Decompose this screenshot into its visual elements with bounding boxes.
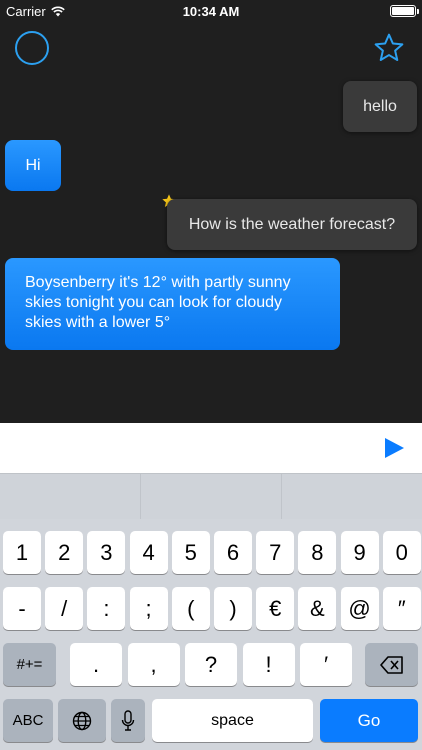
message-text: How is the weather forecast?	[188, 215, 396, 233]
star-outline-icon	[374, 33, 404, 61]
message-user[interactable]: hello	[343, 81, 417, 132]
globe-key[interactable]	[58, 699, 106, 742]
suggestion-bar	[0, 473, 422, 519]
space-key[interactable]: space	[152, 699, 313, 742]
status-time: 10:34 AM	[182, 4, 240, 19]
key-row3-2[interactable]: ?	[185, 643, 237, 686]
suggestion-slot[interactable]	[141, 474, 282, 519]
key-row3-1[interactable]: ,	[127, 643, 180, 686]
key-row1-6[interactable]: 7	[256, 531, 295, 574]
suggestion-slot[interactable]	[282, 474, 422, 519]
key-row2-2[interactable]: :	[87, 587, 126, 630]
key-row2-7[interactable]: &	[298, 587, 337, 630]
message-user[interactable]: How is the weather forecast?	[167, 199, 417, 250]
key-row1-0[interactable]: 1	[3, 531, 41, 574]
message-bot[interactable]: Boysenberry it's 12° with partly sunny s…	[5, 258, 340, 350]
globe-icon	[72, 711, 92, 730]
backspace-icon	[379, 655, 403, 674]
key-row2-3[interactable]: ;	[129, 587, 168, 630]
delete-key[interactable]	[365, 643, 418, 686]
assistant-ring-icon[interactable]	[15, 31, 49, 65]
go-key[interactable]: Go	[320, 699, 418, 742]
microphone-key[interactable]	[111, 699, 145, 742]
microphone-icon	[121, 709, 135, 731]
key-row2-9[interactable]: ″	[382, 587, 421, 630]
battery-icon	[390, 5, 419, 17]
message-bot[interactable]: Hi	[5, 140, 61, 191]
key-row1-1[interactable]: 2	[45, 531, 84, 574]
status-bar: Carrier 10:34 AM	[0, 0, 422, 22]
message-text: Boysenberry it's 12° with partly sunny s…	[25, 274, 291, 331]
more-symbols-key[interactable]: #+=	[3, 643, 56, 686]
favorites-button[interactable]	[369, 28, 409, 68]
key-row2-6[interactable]: €	[256, 587, 295, 630]
key-row1-2[interactable]: 3	[87, 531, 126, 574]
key-row1-7[interactable]: 8	[298, 531, 337, 574]
message-text: hello	[363, 97, 397, 115]
keyboard: 1 2 3 4 5 6 7 8 9 0 - /:;() € & @ ″ #+=.,?! ′ ABC space Go	[0, 473, 422, 750]
key-row2-4[interactable]: (	[171, 587, 210, 630]
key-row1-9[interactable]: 0	[382, 531, 421, 574]
message-text: Hi	[25, 156, 41, 174]
key-row2-5[interactable]: )	[214, 587, 252, 630]
suggestion-slot[interactable]	[0, 474, 141, 519]
key-row1-5[interactable]: 6	[214, 531, 252, 574]
key-row1-8[interactable]: 9	[340, 531, 379, 574]
abc-key[interactable]: ABC	[3, 699, 53, 742]
key-row1-4[interactable]: 5	[171, 531, 210, 574]
key-row2-1[interactable]: /	[45, 587, 84, 630]
message-input[interactable]	[10, 431, 365, 465]
key-row2-8[interactable]: @	[340, 587, 379, 630]
key-row1-3[interactable]: 4	[129, 531, 168, 574]
key-row3-0[interactable]: .	[70, 643, 122, 686]
key-row3-3[interactable]: !	[242, 643, 295, 686]
key-row3-4[interactable]: ′	[300, 643, 352, 686]
send-arrow-icon[interactable]	[382, 436, 406, 460]
key-row2-0[interactable]: -	[3, 587, 41, 630]
input-bar	[0, 423, 422, 473]
